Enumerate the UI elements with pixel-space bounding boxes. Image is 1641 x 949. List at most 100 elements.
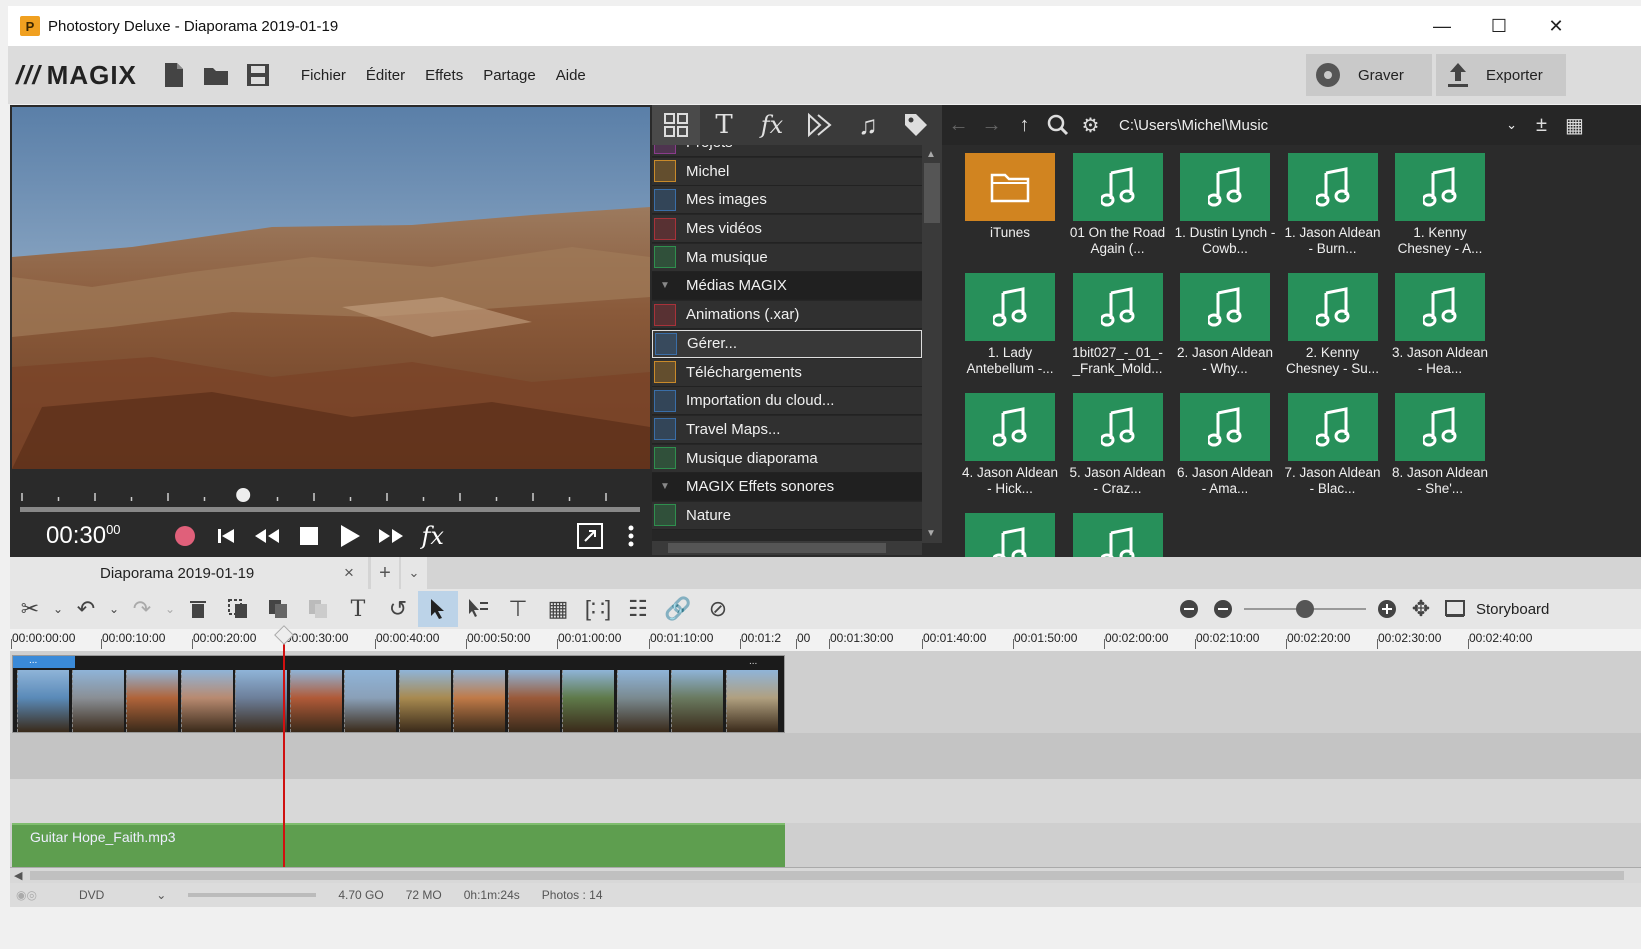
search-icon[interactable] [1041,105,1074,145]
fit-icon[interactable]: [∷] [578,591,618,627]
cut-icon[interactable]: ✂ [10,591,50,627]
music-file-tile[interactable]: 1. Dustin Lynch - Cowb... [1173,153,1277,257]
photo-clip-strip[interactable]: ... ... [12,655,785,733]
tree-item[interactable]: Mes vidéos [652,215,922,244]
tree-item[interactable]: Musique diaporama [652,444,922,473]
timeline-scrollbar[interactable]: ◀ [10,867,1641,883]
up-arrow-icon[interactable]: ↑ [1008,105,1041,145]
link-icon[interactable]: 🔗 [658,591,698,627]
delete-icon[interactable] [178,591,218,627]
undo-icon[interactable]: ↶ [66,591,106,627]
paste-icon[interactable] [258,591,298,627]
close-tab-icon[interactable]: × [344,563,354,583]
menu-editer[interactable]: Éditer [366,67,405,84]
photo-clip[interactable] [671,670,723,732]
music-file-tile[interactable]: 1. Lady Antebellum -... [958,273,1062,377]
playhead[interactable] [274,625,294,867]
music-file-tile[interactable]: 5. Jason Aldean - Craz... [1066,393,1170,497]
photo-clip[interactable] [17,670,69,732]
zoom-fit-icon[interactable] [1172,591,1206,627]
photo-clip[interactable] [562,670,614,732]
cut-options-icon[interactable]: ⌄ [50,591,66,627]
tree-item[interactable]: Michel [652,157,922,186]
redo-options-icon[interactable]: ⌄ [162,591,178,627]
music-file-tile[interactable]: 1bit027_-_01_-_Frank_Mold... [1066,273,1170,377]
storyboard-icon[interactable] [1438,591,1472,627]
select-cursor-icon[interactable] [418,591,458,627]
tree-item[interactable]: Importation du cloud... [652,387,922,416]
zoom-slider[interactable] [1240,599,1370,619]
zoom-in-icon[interactable] [1370,591,1404,627]
photo-clip[interactable] [398,670,451,732]
path-dropdown[interactable]: C:\Users\Michel\Music ⌄ [1119,117,1517,134]
format-chevron-icon[interactable]: ⌄ [156,888,166,902]
tree-item[interactable]: Téléchargements [652,358,922,387]
open-folder-icon[interactable] [201,60,231,90]
tree-scrollbar[interactable]: ▲ ▼ [922,145,942,543]
photo-clip[interactable] [180,670,233,732]
tree-item[interactable]: Travel Maps... [652,415,922,444]
stop-icon[interactable] [288,515,329,557]
export-button[interactable]: Exporter [1436,54,1566,96]
project-tab[interactable]: Diaporama 2019-01-19 × [10,557,368,589]
rotate-icon[interactable]: ↺ [378,591,418,627]
folder-tile[interactable]: iTunes [958,153,1062,241]
tree-item[interactable]: Projets [652,145,922,157]
record-icon[interactable] [164,515,205,557]
paste-special-icon[interactable] [298,591,338,627]
music-file-tile[interactable]: 1. Kenny Chesney - A... [1388,153,1492,257]
maximize-icon[interactable]: ☐ [1470,6,1528,46]
tree-item[interactable]: Gérer... [652,329,922,358]
tree-item[interactable]: ▼ MAGIX Effets sonores [652,473,922,502]
fx-tab-icon[interactable]: fx [748,105,796,145]
close-icon[interactable]: ✕ [1527,6,1585,46]
audio-clip[interactable]: Guitar Hope_Faith.mp3 [12,823,785,867]
tree-item[interactable]: Animations (.xar) [652,301,922,330]
music-file-tile[interactable]: 01 On the Road Again (... [1066,153,1170,257]
tabs-dropdown-icon[interactable]: ⌄ [401,557,427,589]
add-tab-button[interactable]: + [371,557,399,589]
scrub-bar[interactable] [20,485,640,515]
new-file-icon[interactable] [159,60,189,90]
view-mode-label[interactable]: Storyboard [1476,601,1549,618]
photo-clip[interactable] [344,670,396,732]
minimize-icon[interactable]: — [1413,6,1471,46]
scroll-left-icon[interactable]: ◀ [14,869,22,882]
photo-clip[interactable] [453,670,505,732]
photo-clip[interactable] [71,670,124,732]
layout-icon[interactable]: ▦ [1558,105,1591,145]
undo-options-icon[interactable]: ⌄ [106,591,122,627]
scroll-down-icon[interactable]: ▼ [926,528,936,539]
menu-fichier[interactable]: Fichier [301,67,346,84]
music-icon[interactable]: ♫ [844,105,892,145]
save-icon[interactable] [243,60,273,90]
ripple-icon[interactable]: ⊤ [498,591,538,627]
burn-button[interactable]: Graver [1306,54,1432,96]
tag-icon[interactable] [892,105,940,145]
format-dropdown[interactable]: DVD [79,888,104,902]
fx-icon[interactable]: fx [412,515,453,557]
tree-item[interactable]: Ma musique [652,243,922,272]
music-file-tile[interactable]: 2. Jason Aldean - Why... [1173,273,1277,377]
preview-video[interactable] [12,107,650,469]
menu-effets[interactable]: Effets [425,67,463,84]
photo-clip[interactable] [725,670,778,732]
gear-icon[interactable]: ⚙ [1074,105,1107,145]
move-icon[interactable]: ✥ [1404,591,1438,627]
play-icon[interactable] [329,515,370,557]
tree-hscrollbar[interactable] [652,541,922,555]
tree-item[interactable]: Mes images [652,186,922,215]
tree-item[interactable]: Nature [652,501,922,530]
photo-clip[interactable] [235,670,287,732]
fast-forward-icon[interactable] [371,515,412,557]
collage-icon[interactable]: ▦ [538,591,578,627]
music-file-tile[interactable]: 3. Jason Aldean - Hea... [1388,273,1492,377]
more-options-icon[interactable] [611,515,652,557]
back-arrow-icon[interactable]: ← [942,105,975,145]
music-file-tile[interactable]: 4. Jason Aldean - Hick... [958,393,1062,497]
redo-icon[interactable]: ↷ [122,591,162,627]
mixer-icon[interactable]: ☷ [618,591,658,627]
group-select-icon[interactable] [458,591,498,627]
unlink-icon[interactable]: ⊘ [698,591,738,627]
timeline-ruler[interactable]: 00:00:00:00 00:00:10:00 00:00:20:00 00:00:3… [10,629,1641,651]
